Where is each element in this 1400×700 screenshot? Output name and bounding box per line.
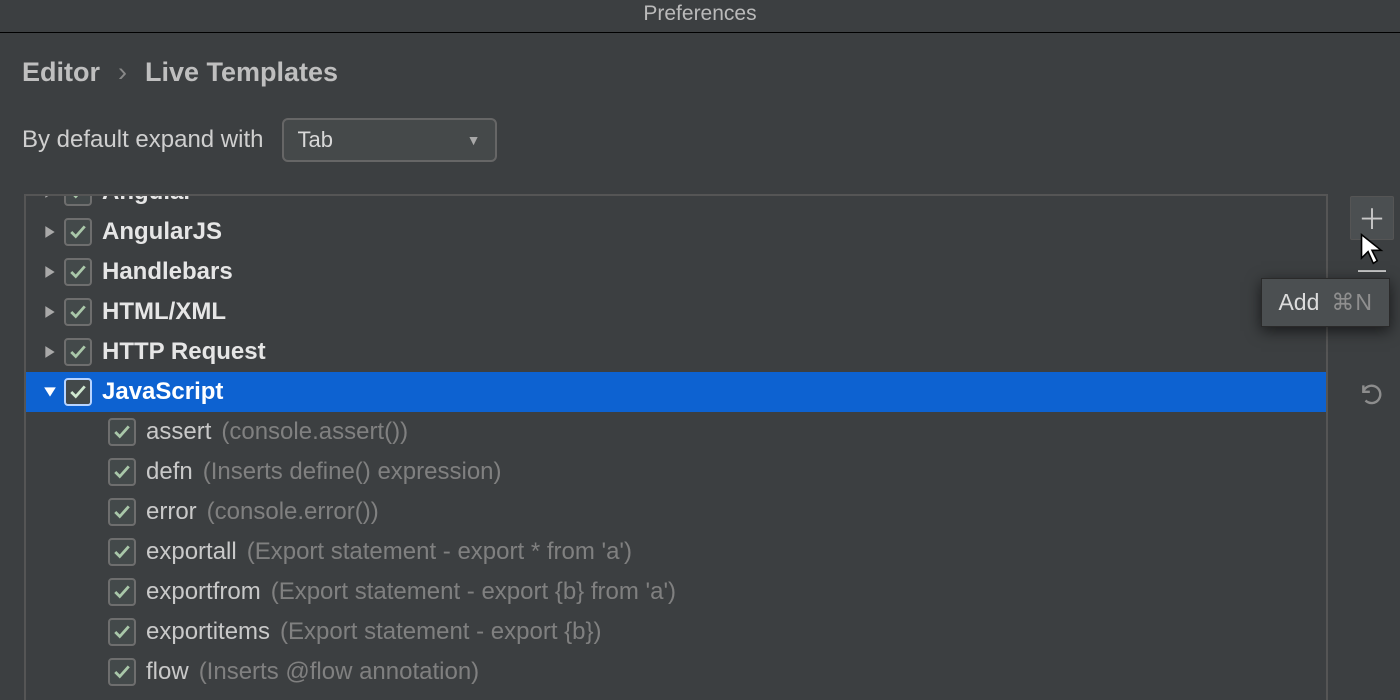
expand-with-row: By default expand with Tab ▼ [0,88,1400,162]
add-tooltip: Add ⌘N [1261,278,1390,327]
group-checkbox[interactable] [64,378,92,406]
template-abbr: flow [146,658,189,686]
template-checkbox[interactable] [108,658,136,686]
chevron-right-icon[interactable] [36,345,64,359]
template-checkbox[interactable] [108,458,136,486]
mouse-cursor-icon [1358,232,1386,271]
tooltip-shortcut: ⌘N [1331,289,1373,316]
template-item[interactable]: error (console.error()) [26,492,1326,532]
group-label: JavaScript [102,378,223,406]
template-item[interactable]: exportall (Export statement - export * f… [26,532,1326,572]
template-abbr: error [146,498,197,526]
template-abbr: exportfrom [146,578,261,606]
chevron-right-icon: › [118,57,127,88]
window-title: Preferences [643,2,756,25]
group-checkbox[interactable] [64,298,92,326]
template-desc: (Inserts define() expression) [203,458,502,486]
template-abbr: exportall [146,538,237,566]
template-group-httprequest[interactable]: HTTP Request [26,332,1326,372]
template-desc: (Inserts @flow annotation) [199,658,480,686]
undo-icon [1359,381,1385,414]
template-desc: (Export statement - export {b} from 'a') [271,578,676,606]
chevron-right-icon[interactable] [36,194,64,199]
group-checkbox[interactable] [64,194,92,206]
chevron-down-icon: ▼ [467,132,481,148]
chevron-right-icon[interactable] [36,225,64,239]
breadcrumb-page: Live Templates [145,57,338,88]
template-group[interactable]: Angular [26,194,1326,212]
template-checkbox[interactable] [108,618,136,646]
template-checkbox[interactable] [108,578,136,606]
group-label: HTTP Request [102,338,266,366]
template-group-javascript[interactable]: JavaScript [26,372,1326,412]
group-label: AngularJS [102,218,222,246]
chevron-right-icon[interactable] [36,265,64,279]
group-checkbox[interactable] [64,218,92,246]
template-desc: (Export statement - export {b}) [280,618,601,646]
tooltip-label: Add [1278,289,1319,316]
template-group-angularjs[interactable]: AngularJS [26,212,1326,252]
expand-with-label: By default expand with [22,126,264,154]
group-label: HTML/XML [102,298,226,326]
chevron-right-icon[interactable] [36,305,64,319]
expand-with-select[interactable]: Tab ▼ [282,118,497,162]
template-group-htmlxml[interactable]: HTML/XML [26,292,1326,332]
group-checkbox[interactable] [64,258,92,286]
chevron-down-icon[interactable] [36,385,64,399]
revert-button[interactable] [1350,382,1394,412]
group-label: Angular [102,194,193,206]
template-abbr: assert [146,418,211,446]
breadcrumb: Editor › Live Templates [0,33,1400,88]
template-desc: (console.assert()) [221,418,408,446]
template-desc: (console.error()) [207,498,379,526]
breadcrumb-section[interactable]: Editor [22,57,100,88]
template-abbr: defn [146,458,193,486]
template-item[interactable]: defn (Inserts define() expression) [26,452,1326,492]
templates-tree[interactable]: Angular AngularJS Handlebars HTML/XML [24,194,1328,700]
expand-with-value: Tab [298,127,333,153]
template-item[interactable]: flow (Inserts @flow annotation) [26,652,1326,692]
group-checkbox[interactable] [64,338,92,366]
template-checkbox[interactable] [108,498,136,526]
template-checkbox[interactable] [108,418,136,446]
template-abbr: exportitems [146,618,270,646]
group-label: Handlebars [102,258,233,286]
template-item[interactable]: exportfrom (Export statement - export {b… [26,572,1326,612]
template-checkbox[interactable] [108,538,136,566]
template-desc: (Export statement - export * from 'a') [247,538,632,566]
template-group-handlebars[interactable]: Handlebars [26,252,1326,292]
window-titlebar: Preferences [0,0,1400,33]
template-item[interactable]: assert (console.assert()) [26,412,1326,452]
template-item[interactable]: exportitems (Export statement - export {… [26,612,1326,652]
